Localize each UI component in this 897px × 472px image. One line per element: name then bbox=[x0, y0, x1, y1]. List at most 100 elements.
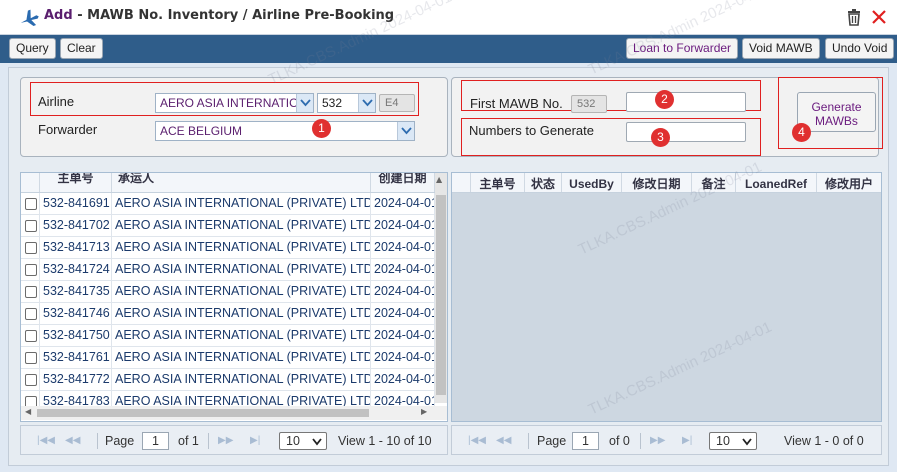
page-number-input[interactable]: 1 bbox=[142, 432, 169, 450]
airline-iata-field: E4 bbox=[379, 94, 415, 112]
row-checkbox[interactable] bbox=[25, 242, 37, 254]
row-select-cell bbox=[21, 259, 40, 280]
hscrollbar-thumb[interactable] bbox=[37, 409, 369, 417]
header-used-by[interactable]: UsedBy bbox=[562, 173, 622, 192]
last-page-icon[interactable]: ▶| bbox=[682, 435, 692, 446]
scrollbar-thumb[interactable] bbox=[436, 195, 446, 395]
prev-page-icon[interactable]: ◀◀ bbox=[65, 435, 80, 446]
mawb-cell: 532-841735 bbox=[40, 281, 112, 302]
created-date-cell: 2024-04-01 bbox=[371, 325, 435, 346]
created-date-cell: 2024-04-01 bbox=[371, 303, 435, 324]
prev-page-icon[interactable]: ◀◀ bbox=[496, 435, 511, 446]
close-icon[interactable] bbox=[871, 9, 887, 25]
query-button[interactable]: Query bbox=[9, 38, 56, 59]
airline-code-value: 532 bbox=[322, 96, 343, 110]
scroll-left-icon[interactable]: ◀ bbox=[25, 407, 31, 416]
row-checkbox[interactable] bbox=[25, 330, 37, 342]
vertical-scrollbar[interactable]: ▲ bbox=[435, 173, 447, 403]
mawb-cell: 532-841724 bbox=[40, 259, 112, 280]
carrier-cell: AERO ASIA INTERNATIONAL (PRIVATE) LTD. bbox=[112, 215, 371, 236]
header-status[interactable]: 状态 bbox=[525, 173, 562, 192]
scroll-right-icon[interactable]: ▶ bbox=[421, 407, 427, 416]
first-mawb-label: First MAWB No. bbox=[470, 96, 563, 111]
carrier-cell: AERO ASIA INTERNATIONAL (PRIVATE) LTD. bbox=[112, 303, 371, 324]
forwarder-select[interactable]: ACE BELGIUM bbox=[155, 121, 415, 141]
chevron-down-icon bbox=[742, 438, 752, 446]
mawb-cell: 532-841702 bbox=[40, 215, 112, 236]
page-size-select[interactable]: 10 bbox=[279, 432, 327, 450]
header-modified-user[interactable]: 修改用户 bbox=[817, 173, 881, 192]
table-row[interactable]: 532-841772 AERO ASIA INTERNATIONAL (PRIVA… bbox=[21, 369, 435, 391]
first-mawb-input[interactable] bbox=[626, 92, 746, 112]
chevron-down-icon[interactable] bbox=[358, 94, 375, 112]
row-checkbox[interactable] bbox=[25, 286, 37, 298]
table-row[interactable]: 532-841746 AERO ASIA INTERNATIONAL (PRIVA… bbox=[21, 303, 435, 325]
window-titlebar: Add - MAWB No. Inventory / Airline Pre-B… bbox=[0, 0, 897, 35]
mawb-cell: 532-841746 bbox=[40, 303, 112, 324]
mawb-cell: 532-841691 bbox=[40, 193, 112, 214]
table-row[interactable]: 532-841724 AERO ASIA INTERNATIONAL (PRIVA… bbox=[21, 259, 435, 281]
next-page-icon[interactable]: ▶▶ bbox=[650, 435, 665, 446]
header-mawb[interactable]: 主单号 bbox=[471, 173, 525, 192]
forwarder-label: Forwarder bbox=[38, 122, 98, 137]
carrier-cell: AERO ASIA INTERNATIONAL (PRIVATE) LTD. bbox=[112, 259, 371, 280]
trash-icon[interactable] bbox=[846, 9, 862, 26]
page-size-value: 10 bbox=[716, 434, 730, 448]
inventory-grid: 主单号 承运人 创建日期 ▲ 532-841691 AERO ASIA INTER… bbox=[20, 172, 448, 422]
first-page-icon[interactable]: |◀◀ bbox=[37, 435, 55, 446]
carrier-cell: AERO ASIA INTERNATIONAL (PRIVATE) LTD. bbox=[112, 193, 371, 214]
table-row[interactable]: 532-841713 AERO ASIA INTERNATIONAL (PRIVA… bbox=[21, 237, 435, 259]
title-mode: Add bbox=[44, 8, 73, 23]
scroll-up-icon[interactable]: ▲ bbox=[436, 175, 442, 184]
chevron-down-icon[interactable] bbox=[397, 122, 414, 140]
void-mawb-button[interactable]: Void MAWB bbox=[742, 38, 820, 59]
table-row[interactable]: 532-841702 AERO ASIA INTERNATIONAL (PRIVA… bbox=[21, 215, 435, 237]
callout-badge-1: 1 bbox=[312, 119, 331, 138]
row-checkbox[interactable] bbox=[25, 374, 37, 386]
header-remarks[interactable]: 备注 bbox=[692, 173, 736, 192]
header-created-date[interactable]: 创建日期 bbox=[371, 173, 435, 192]
window-title: Add - MAWB No. Inventory / Airline Pre-B… bbox=[44, 8, 394, 23]
row-checkbox[interactable] bbox=[25, 264, 37, 276]
undo-void-button[interactable]: Undo Void bbox=[825, 38, 895, 59]
horizontal-scrollbar[interactable]: ◀ ▶ bbox=[21, 406, 447, 420]
clear-button[interactable]: Clear bbox=[60, 38, 103, 59]
table-row[interactable]: 532-841735 AERO ASIA INTERNATIONAL (PRIVA… bbox=[21, 281, 435, 303]
row-select-cell bbox=[21, 369, 40, 390]
view-range-text: View 1 - 10 of 10 bbox=[338, 434, 432, 448]
header-loaned-ref[interactable]: LoanedRef bbox=[736, 173, 817, 192]
table-row[interactable]: 532-841750 AERO ASIA INTERNATIONAL (PRIVA… bbox=[21, 325, 435, 347]
forwarder-select-value: ACE BELGIUM bbox=[160, 124, 243, 138]
header-modified-date[interactable]: 修改日期 bbox=[622, 173, 692, 192]
row-checkbox[interactable] bbox=[25, 352, 37, 364]
inventory-pager: |◀◀ ◀◀ Page 1 of 1 ▶▶ ▶| 10 View 1 - 10 … bbox=[20, 425, 448, 455]
pager-separator bbox=[640, 433, 641, 449]
mawb-cell: 532-841761 bbox=[40, 347, 112, 368]
carrier-cell: AERO ASIA INTERNATIONAL (PRIVATE) LTD. bbox=[112, 347, 371, 368]
chevron-down-icon bbox=[312, 438, 322, 446]
next-page-icon[interactable]: ▶▶ bbox=[218, 435, 233, 446]
row-checkbox[interactable] bbox=[25, 220, 37, 232]
row-select-cell bbox=[21, 325, 40, 346]
toolbar: Query Clear Loan to Forwarder Void MAWB … bbox=[0, 35, 897, 63]
page-number-input[interactable]: 1 bbox=[572, 432, 599, 450]
row-checkbox[interactable] bbox=[25, 308, 37, 320]
row-checkbox[interactable] bbox=[25, 198, 37, 210]
carrier-cell: AERO ASIA INTERNATIONAL (PRIVATE) LTD. bbox=[112, 281, 371, 302]
table-row[interactable]: 532-841691 AERO ASIA INTERNATIONAL (PRIVA… bbox=[21, 193, 435, 215]
loan-to-forwarder-button[interactable]: Loan to Forwarder bbox=[626, 38, 739, 59]
last-page-icon[interactable]: ▶| bbox=[250, 435, 260, 446]
airline-select[interactable]: AERO ASIA INTERNATIONAL (PRIVATE) LTD. bbox=[155, 93, 314, 113]
chevron-down-icon[interactable] bbox=[296, 94, 313, 112]
created-date-cell: 2024-04-01 bbox=[371, 347, 435, 368]
header-carrier[interactable]: 承运人 bbox=[112, 173, 371, 192]
header-mawb[interactable]: 主单号 bbox=[40, 173, 112, 192]
page-size-select[interactable]: 10 bbox=[709, 432, 757, 450]
numbers-to-generate-input[interactable] bbox=[626, 122, 746, 142]
row-select-cell bbox=[21, 303, 40, 324]
airline-code-select[interactable]: 532 bbox=[317, 93, 376, 113]
first-page-icon[interactable]: |◀◀ bbox=[468, 435, 486, 446]
table-row[interactable]: 532-841761 AERO ASIA INTERNATIONAL (PRIVA… bbox=[21, 347, 435, 369]
row-select-cell bbox=[21, 215, 40, 236]
loan-grid: 主单号 状态 UsedBy 修改日期 备注 LoanedRef 修改用户 bbox=[451, 172, 882, 422]
